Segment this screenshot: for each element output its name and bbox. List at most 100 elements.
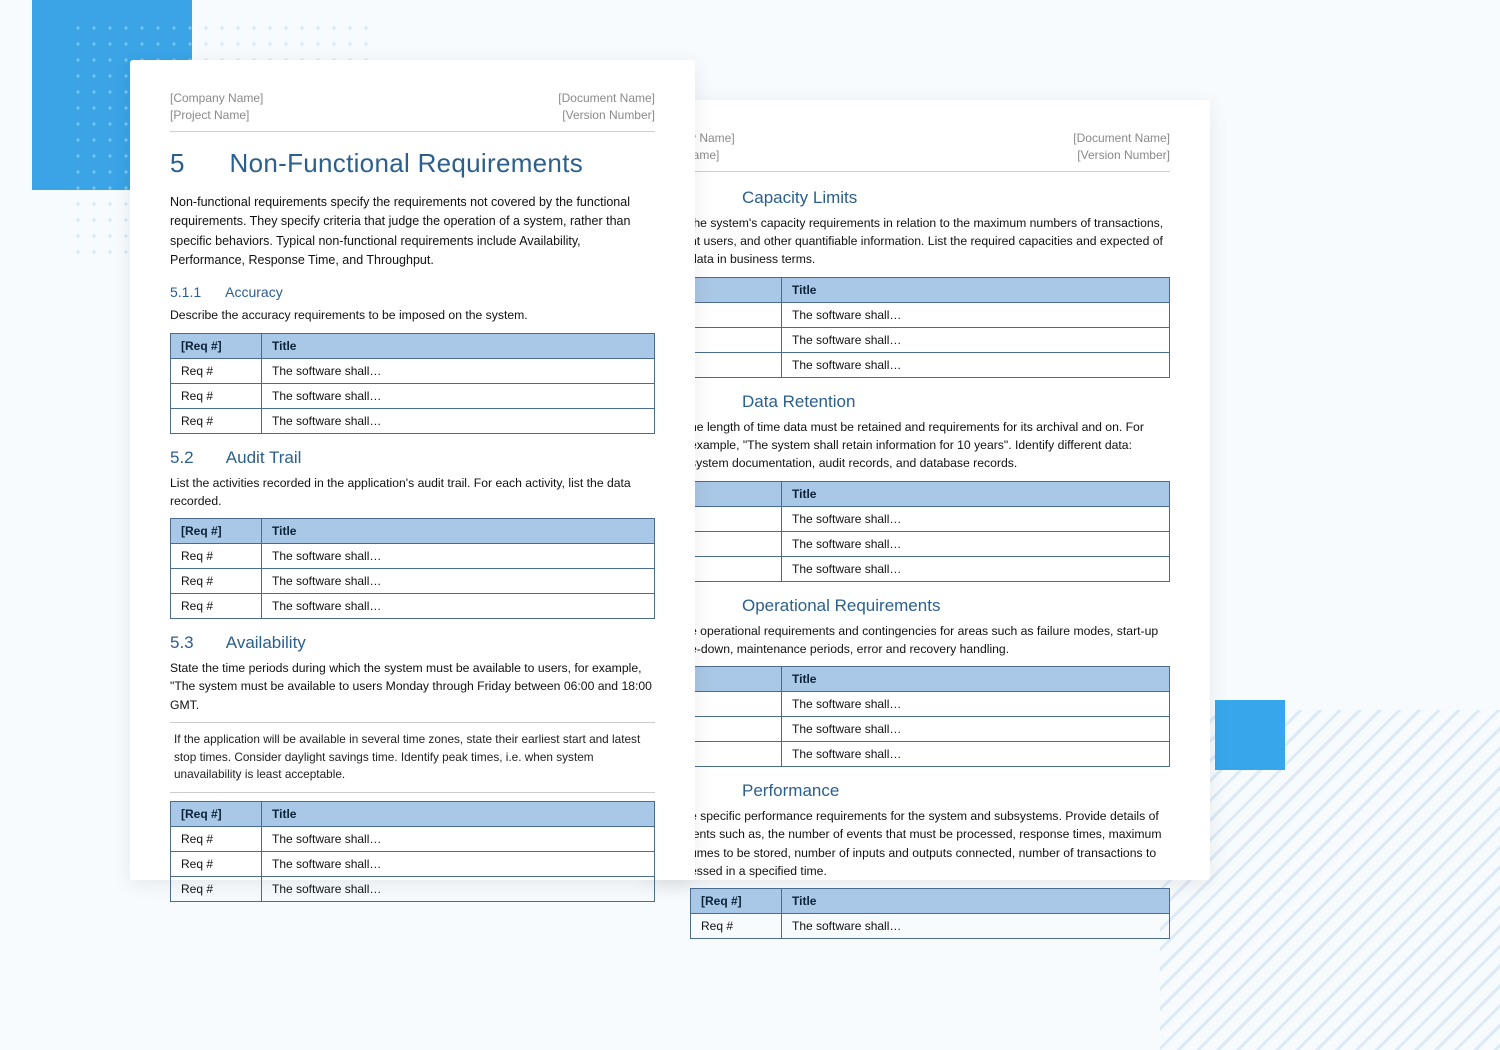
- capacity-table: Title The software shall… The software s…: [690, 277, 1170, 378]
- header-version: [Version Number]: [1073, 147, 1170, 164]
- col-title: Title: [782, 667, 1170, 692]
- header-project: lame]: [690, 147, 735, 164]
- section-performance-heading: Performance: [690, 781, 1170, 801]
- cell-title: The software shall…: [782, 742, 1170, 767]
- cell-title: The software shall…: [262, 569, 655, 594]
- cell-req: Req #: [171, 877, 262, 902]
- cell-req: [691, 327, 782, 352]
- section-number: 5.1.1: [170, 284, 222, 300]
- cell-req: [691, 742, 782, 767]
- section-accuracy-desc: Describe the accuracy requirements to be…: [170, 306, 655, 324]
- col-title: Title: [782, 889, 1170, 914]
- cell-req: [691, 302, 782, 327]
- cell-req: Req #: [171, 408, 262, 433]
- cell-req: Req #: [171, 827, 262, 852]
- cell-title: The software shall…: [262, 358, 655, 383]
- col-req: [691, 667, 782, 692]
- col-title: Title: [782, 277, 1170, 302]
- cell-req: Req #: [171, 544, 262, 569]
- cell-title: The software shall…: [262, 383, 655, 408]
- heading-text: Non-Functional Requirements: [230, 148, 584, 178]
- cell-title: The software shall…: [262, 544, 655, 569]
- cell-req: Req #: [171, 358, 262, 383]
- cell-req: [691, 506, 782, 531]
- cell-title: The software shall…: [782, 352, 1170, 377]
- section-operational-desc: e operational requirements and contingen…: [690, 622, 1170, 659]
- heading-text: Data Retention: [742, 392, 855, 411]
- cell-title: The software shall…: [262, 408, 655, 433]
- performance-table: [Req #]Title Req #The software shall…: [690, 888, 1170, 939]
- cell-req: Req #: [691, 914, 782, 939]
- cell-title: The software shall…: [782, 692, 1170, 717]
- cell-title: The software shall…: [262, 877, 655, 902]
- heading-text: Operational Requirements: [742, 596, 940, 615]
- cell-title: The software shall…: [782, 531, 1170, 556]
- section-retention-desc: he length of time data must be retained …: [690, 418, 1170, 473]
- cell-req: Req #: [171, 594, 262, 619]
- col-req: [Req #]: [171, 519, 262, 544]
- col-title: Title: [262, 519, 655, 544]
- col-title: Title: [782, 481, 1170, 506]
- col-req: [Req #]: [171, 802, 262, 827]
- col-title: Title: [262, 333, 655, 358]
- cell-title: The software shall…: [782, 556, 1170, 581]
- retention-table: Title The software shall… The software s…: [690, 481, 1170, 582]
- cell-title: The software shall…: [262, 852, 655, 877]
- cell-req: [691, 717, 782, 742]
- section-capacity-limits-heading: Capacity Limits: [690, 188, 1170, 208]
- cell-req: [691, 556, 782, 581]
- intro-paragraph: Non-functional requirements specify the …: [170, 193, 655, 271]
- cell-req: [691, 692, 782, 717]
- cell-title: The software shall…: [782, 506, 1170, 531]
- document-page-1: [Company Name] [Project Name] [Document …: [130, 60, 695, 880]
- section-number: 5: [170, 148, 222, 179]
- cell-req: [691, 352, 782, 377]
- header-document: [Document Name]: [1073, 130, 1170, 147]
- cell-req: [691, 531, 782, 556]
- availability-table: [Req #]Title Req #The software shall… Re…: [170, 801, 655, 902]
- cell-req: Req #: [171, 852, 262, 877]
- section-number: 5.3: [170, 633, 222, 653]
- cell-title: The software shall…: [782, 302, 1170, 327]
- col-req: [Req #]: [691, 889, 782, 914]
- page-title: 5 Non-Functional Requirements: [170, 148, 655, 179]
- col-req: [691, 277, 782, 302]
- section-performance-desc: e specific performance requirements for …: [690, 807, 1170, 880]
- section-number: 5.2: [170, 448, 222, 468]
- decor-blue-square: [1215, 700, 1285, 770]
- heading-text: Performance: [742, 781, 839, 800]
- operational-table: Title The software shall… The software s…: [690, 666, 1170, 767]
- document-page-2: y Name] lame] [Document Name] [Version N…: [650, 100, 1210, 880]
- audit-table: [Req #]Title Req #The software shall… Re…: [170, 518, 655, 619]
- cell-title: The software shall…: [262, 594, 655, 619]
- heading-text: Availability: [226, 633, 306, 652]
- cell-title: The software shall…: [262, 827, 655, 852]
- section-operational-heading: Operational Requirements: [690, 596, 1170, 616]
- canvas: y Name] lame] [Document Name] [Version N…: [0, 0, 1500, 1050]
- header-document: [Document Name]: [558, 90, 655, 107]
- header-company: [Company Name]: [170, 90, 263, 107]
- heading-text: Capacity Limits: [742, 188, 857, 207]
- section-availability-note: If the application will be available in …: [170, 722, 655, 793]
- section-audit-trail-heading: 5.2 Audit Trail: [170, 448, 655, 468]
- section-data-retention-heading: Data Retention: [690, 392, 1170, 412]
- cell-title: The software shall…: [782, 327, 1170, 352]
- cell-req: Req #: [171, 383, 262, 408]
- decor-stripes: [1160, 710, 1500, 1050]
- page-header: y Name] lame] [Document Name] [Version N…: [690, 130, 1170, 172]
- col-req: [Req #]: [171, 333, 262, 358]
- header-project: [Project Name]: [170, 107, 263, 124]
- heading-text: Audit Trail: [226, 448, 302, 467]
- section-availability-heading: 5.3 Availability: [170, 633, 655, 653]
- header-company: y Name]: [690, 130, 735, 147]
- cell-req: Req #: [171, 569, 262, 594]
- cell-title: The software shall…: [782, 717, 1170, 742]
- cell-title: The software shall…: [782, 914, 1170, 939]
- section-accuracy-heading: 5.1.1 Accuracy: [170, 284, 655, 300]
- section-audit-desc: List the activities recorded in the appl…: [170, 474, 655, 511]
- heading-text: Accuracy: [225, 284, 283, 300]
- section-capacity-desc: the system's capacity requirements in re…: [690, 214, 1170, 269]
- header-version: [Version Number]: [558, 107, 655, 124]
- accuracy-table: [Req #]Title Req #The software shall… Re…: [170, 333, 655, 434]
- col-req: [691, 481, 782, 506]
